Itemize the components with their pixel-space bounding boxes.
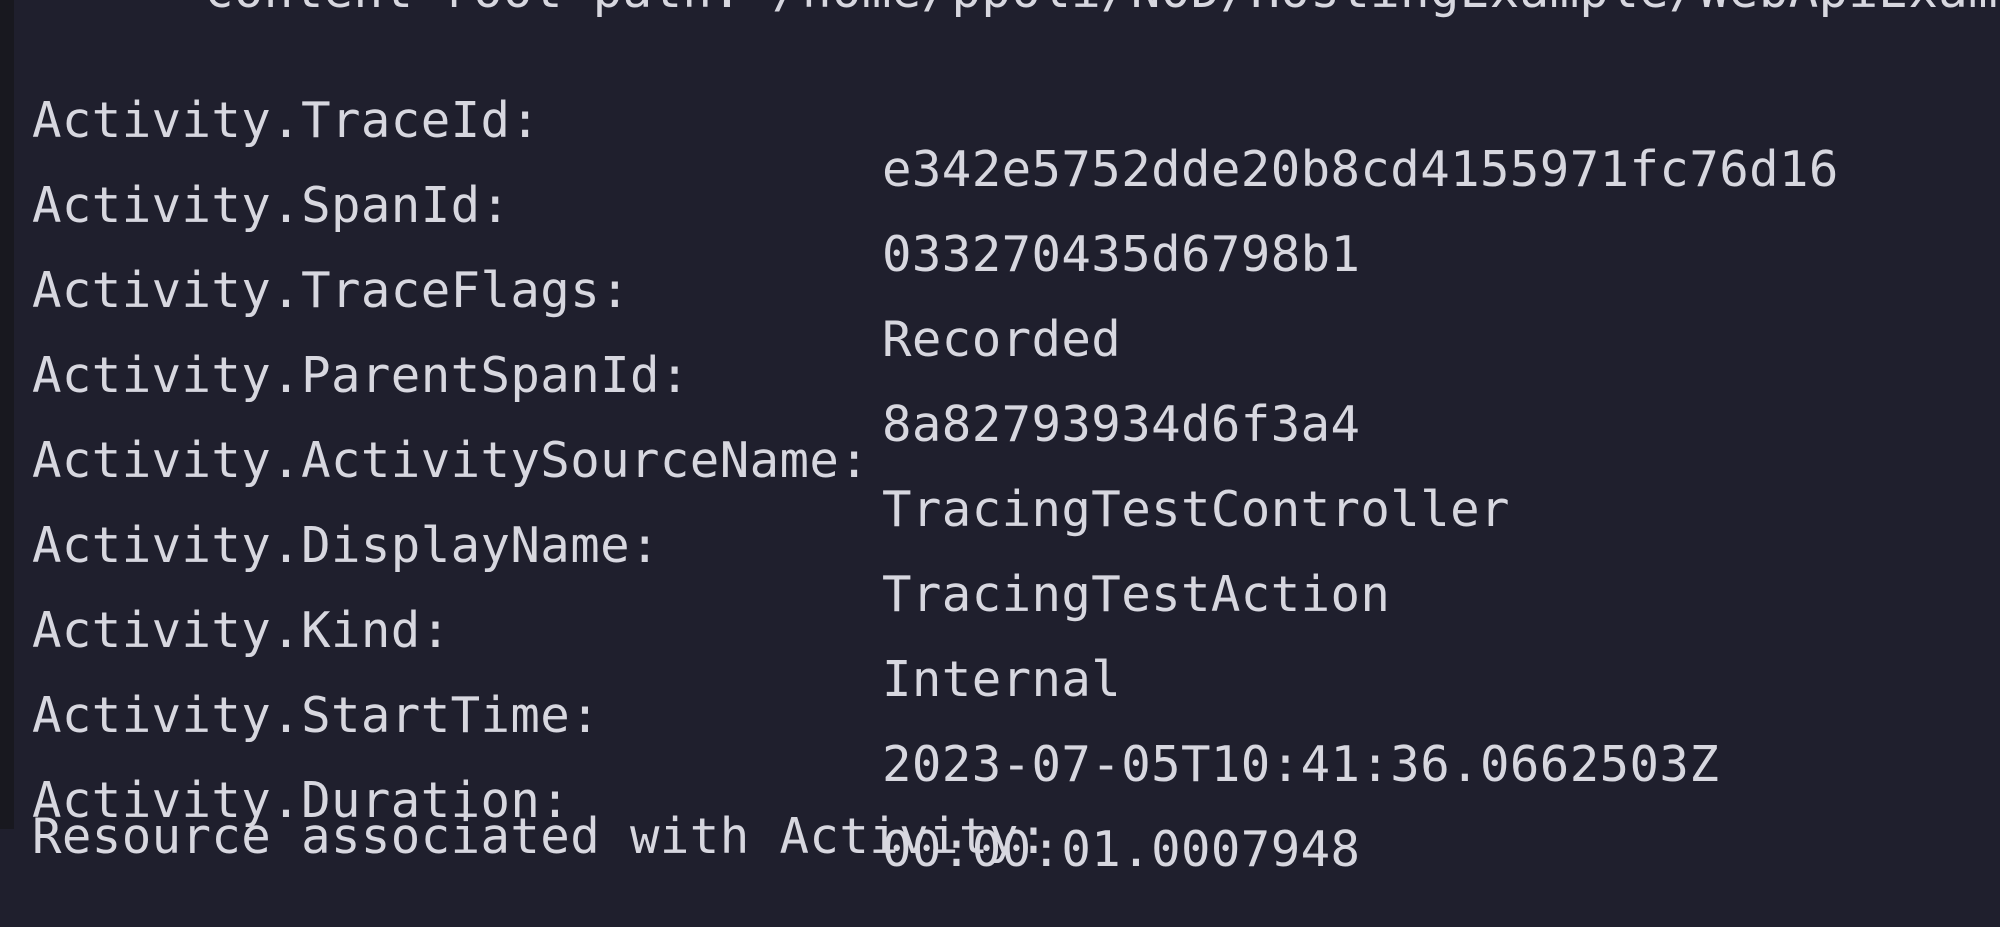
terminal-output[interactable]: content root path: /home/ppoli/NOD/Hosti… xyxy=(32,0,2000,874)
partial-log-line-bottom: Resource associated with Activity: xyxy=(32,808,1049,865)
field-key-activity-source-name: Activity.ActivitySourceName: xyxy=(32,432,870,489)
field-value-activity-source-name: TracingTestController xyxy=(882,481,1510,538)
partial-log-line-top: content root path: /home/ppoli/NOD/Hosti… xyxy=(204,0,2000,15)
field-value-kind: Internal xyxy=(882,651,1122,708)
field-value-start-time: 2023-07-05T10:41:36.0662503Z xyxy=(882,736,1720,793)
field-value-display-name: TracingTestAction xyxy=(882,566,1391,623)
left-gutter xyxy=(0,0,14,829)
field-value-span-id: 033270435d6798b1 xyxy=(882,226,1361,283)
field-value-parent-span-id: 8a82793934d6f3a4 xyxy=(882,396,1361,453)
field-value-trace-id: e342e5752dde20b8cd4155971fc76d16 xyxy=(882,141,1839,198)
field-value-trace-flags: Recorded xyxy=(882,311,1122,368)
